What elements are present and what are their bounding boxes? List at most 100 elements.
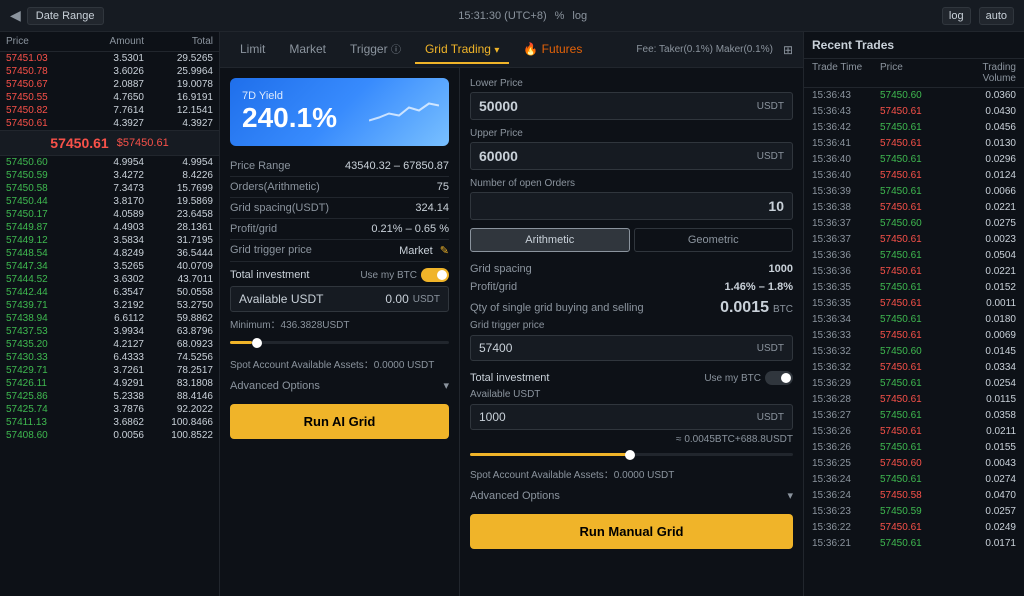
trade-row: 15:36:4357450.610.0430 [804,104,1024,120]
trade-volume: 0.0221 [948,266,1016,277]
bid-row[interactable]: 57449.874.490328.1361 [0,221,219,234]
manual-use-btc-toggle[interactable]: .toggle-switch.off::after { left: 2px; r… [765,371,793,385]
bid-row[interactable]: 57435.204.212768.0923 [0,338,219,351]
trade-volume: 0.0023 [948,234,1016,245]
open-orders-input[interactable]: 10 [470,192,793,220]
ob-header-total: Total [144,36,213,47]
log-button[interactable]: log [942,7,971,25]
bid-row[interactable]: 57437.533.993463.8796 [0,325,219,338]
bid-price: 57438.94 [6,313,75,324]
bid-row[interactable]: 57450.593.42728.4226 [0,169,219,182]
ai-trigger-price-label: Grid trigger price [230,244,312,257]
geometric-button[interactable]: Geometric [634,228,794,252]
time-display: 15:31:30 (UTC+8) [458,10,546,22]
auto-button[interactable]: auto [979,7,1014,25]
bid-price: 57408.60 [6,430,75,441]
bid-row[interactable]: 57425.865.233888.4146 [0,390,219,403]
bid-row[interactable]: 57450.174.058923.6458 [0,208,219,221]
upper-price-input[interactable]: 60000 USDT [470,142,793,170]
manual-total-investment-label: Total investment [470,372,549,384]
tab-futures[interactable]: 🔥 Futures [513,36,592,64]
manual-slider-thumb[interactable] [625,450,635,460]
ask-row[interactable]: 57450.827.761412.1541 [0,104,219,117]
trade-row: 15:36:3257450.600.0145 [804,344,1024,360]
ai-grid-panel: 7D Yield 240.1% Price Range 43540.32 – 6… [220,68,460,596]
fee-label: Fee: Taker(0.1%) Maker(0.1%) [636,44,773,55]
ask-row[interactable]: 57450.672.088719.0078 [0,78,219,91]
bid-row[interactable]: 57448.544.824936.5444 [0,247,219,260]
bid-price: 57426.11 [6,378,75,389]
center-panel: Limit Market Trigger ⓘ Grid Trading ▾ 🔥 … [220,32,804,596]
trade-row: 15:36:2457450.580.0470 [804,488,1024,504]
ai-total-investment-row: Total investment Use my BTC [230,262,449,286]
bid-row[interactable]: 57411.133.6862100.8466 [0,416,219,429]
ai-grid-spacing-value: 324.14 [415,202,449,214]
manual-slider-track[interactable] [470,453,793,456]
bid-row[interactable]: 57425.743.787692.2022 [0,403,219,416]
bid-row[interactable]: 57450.604.99544.9954 [0,156,219,169]
ai-available-usdt-input[interactable]: Available USDT 0.00 USDT [230,286,449,312]
bid-amount: 4.8249 [75,248,144,259]
ai-slider-thumb[interactable] [252,338,262,348]
grid-trigger-input[interactable]: 57400 USDT [470,335,793,361]
bid-row[interactable]: 57442.446.354750.0558 [0,286,219,299]
date-range-button[interactable]: Date Range [27,7,104,25]
ai-advanced-options-row[interactable]: Advanced Options ▾ [230,373,449,398]
trade-price: 57450.61 [880,170,948,181]
ai-trigger-price-value: Market ✎ [399,244,449,257]
lower-price-input[interactable]: 50000 USDT [470,92,793,120]
arithmetic-button[interactable]: Arithmetic [470,228,630,252]
bid-row[interactable]: 57426.114.929183.1808 [0,377,219,390]
bids-container: 57450.604.99544.995457450.593.42728.4226… [0,156,219,442]
trade-volume: 0.0069 [948,330,1016,341]
edit-icon[interactable]: ✎ [440,245,449,257]
trade-price: 57450.60 [880,90,948,101]
trade-time: 15:36:22 [812,522,880,533]
bid-amount: 3.8170 [75,196,144,207]
bid-row[interactable]: 57430.336.433374.5256 [0,351,219,364]
back-icon[interactable]: ◀ [10,7,21,24]
trade-row: 15:36:2157450.610.0171 [804,536,1024,552]
ask-row[interactable]: 57450.783.602625.9964 [0,65,219,78]
bid-row[interactable]: 57444.523.630243.7011 [0,273,219,286]
manual-advanced-options-row[interactable]: Advanced Options ▾ [470,483,793,508]
tab-trigger[interactable]: Trigger ⓘ [340,35,411,64]
manual-invest-input[interactable]: 1000 USDT [470,404,793,430]
bid-amount: 4.9954 [75,157,144,168]
ask-row[interactable]: 57451.033.530129.5265 [0,52,219,65]
trade-time: 15:36:35 [812,282,880,293]
trade-row: 15:36:4157450.610.0130 [804,136,1024,152]
bid-amount: 4.0589 [75,209,144,220]
ai-total-investment-label: Total investment [230,269,309,281]
tab-grid-trading[interactable]: Grid Trading ▾ [415,36,509,64]
ai-use-btc-toggle[interactable] [421,268,449,282]
ask-row[interactable]: 57450.554.765016.9191 [0,91,219,104]
run-manual-grid-button[interactable]: Run Manual Grid [470,514,793,549]
tab-limit[interactable]: Limit [230,36,275,64]
lower-price-label: Lower Price [470,78,793,89]
upper-price-value: 60000 [479,148,518,164]
ai-slider-container[interactable] [230,331,449,354]
ai-price-range-label: Price Range [230,160,291,172]
manual-grid-spacing-label: Grid spacing [470,263,532,275]
bid-row[interactable]: 57439.713.219253.2750 [0,299,219,312]
ask-row[interactable]: 57450.614.39274.3927 [0,117,219,130]
bid-row[interactable]: 57447.343.526540.0709 [0,260,219,273]
bid-row[interactable]: 57429.713.726178.2517 [0,364,219,377]
bid-row[interactable]: 57449.123.583431.7195 [0,234,219,247]
bid-row[interactable]: 57438.946.611259.8862 [0,312,219,325]
bid-row[interactable]: 57408.600.0056100.8522 [0,429,219,442]
trade-time: 15:36:27 [812,410,880,421]
tab-market[interactable]: Market [279,36,336,64]
trade-volume: 0.0470 [948,490,1016,501]
trade-time: 15:36:43 [812,90,880,101]
yield-card: 7D Yield 240.1% [230,78,449,146]
trade-volume: 0.0066 [948,186,1016,197]
trade-price: 57450.61 [880,266,948,277]
bid-row[interactable]: 57450.587.347315.7699 [0,182,219,195]
grid-layout-icon[interactable]: ⊞ [783,43,793,57]
bid-row[interactable]: 57450.443.817019.5869 [0,195,219,208]
bid-amount: 3.7876 [75,404,144,415]
run-ai-grid-button[interactable]: Run AI Grid [230,404,449,439]
ai-minimum-label: Minimum：436.3828USDT [230,316,449,331]
